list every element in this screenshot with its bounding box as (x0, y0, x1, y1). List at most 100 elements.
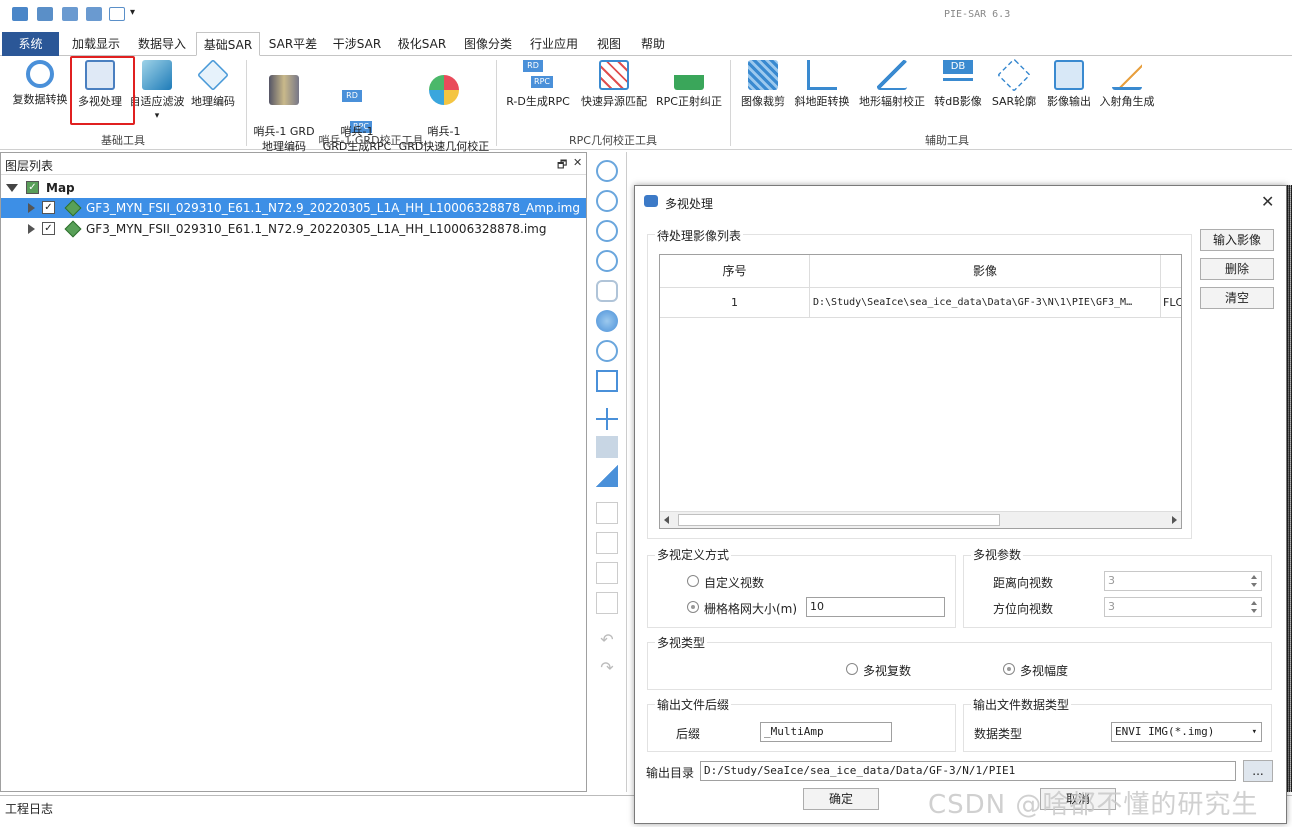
match-icon (599, 60, 629, 90)
tab-industry[interactable]: 行业应用 (524, 32, 584, 56)
scrollbar-thumb[interactable] (678, 514, 1000, 526)
open-icon[interactable] (37, 7, 53, 21)
layer-row[interactable]: ✓ GF3_MYN_FSII_029310_E61.1_N72.9_202203… (1, 219, 586, 239)
datatype-select[interactable]: ENVI IMG(*.img) ▾ (1111, 722, 1262, 742)
table-cell-path[interactable]: D:\Study\SeaIce\sea_ice_data\Data\GF-3\N… (810, 288, 1161, 318)
zoom-out-rect-icon[interactable] (596, 190, 618, 212)
undo-icon[interactable]: ↶ (596, 630, 618, 652)
tab-load-display[interactable]: 加载显示 (66, 32, 126, 56)
save-icon[interactable] (62, 7, 78, 21)
tab-sar-adjust[interactable]: SAR平差 (264, 32, 322, 56)
geocode-icon (197, 59, 229, 91)
map-checkbox[interactable]: ✓ (26, 181, 39, 194)
adaptive-filter-button[interactable]: 自适应滤波 ▾ (128, 60, 186, 124)
actual-size-icon[interactable] (596, 340, 618, 362)
browse-button[interactable]: ... (1243, 760, 1273, 782)
scroll-left-icon[interactable] (664, 516, 669, 524)
grid-size-input[interactable]: 10 (806, 597, 945, 617)
title-bar: ▾ PIE-SAR 6.3 (0, 0, 1292, 30)
ruler-icon[interactable] (596, 465, 618, 487)
save-as-icon[interactable] (86, 7, 102, 21)
tab-polsar[interactable]: 极化SAR (393, 32, 451, 56)
identify-icon[interactable] (596, 436, 618, 458)
tab-view[interactable]: 视图 (590, 32, 628, 56)
custom-looks-label: 自定义视数 (704, 576, 765, 590)
chevron-down-icon[interactable]: ▾ (1252, 723, 1257, 741)
terrain-radiometric-button[interactable]: 地形辐射校正 (856, 60, 928, 109)
expand-icon[interactable] (28, 203, 35, 213)
expand-icon[interactable] (28, 224, 35, 234)
copy-icon[interactable] (596, 502, 618, 524)
zoom-out-icon[interactable] (596, 250, 618, 272)
table-cell-extra[interactable]: FLC (1161, 288, 1181, 318)
increment-icon[interactable] (1251, 601, 1257, 605)
crosshair-icon[interactable] (596, 408, 618, 430)
tab-classification[interactable]: 图像分类 (458, 32, 518, 56)
scroll-right-icon[interactable] (1172, 516, 1177, 524)
output-dir-input[interactable]: D:/Study/SeaIce/sea_ice_data/Data/GF-3/N… (700, 761, 1236, 781)
multilook-amplitude-radio[interactable] (1003, 663, 1015, 675)
pin-icon[interactable]: 🗗 (557, 156, 567, 175)
suffix-legend: 输出文件后缀 (655, 696, 732, 713)
layer-checkbox[interactable]: ✓ (42, 222, 55, 235)
measure-icon[interactable] (596, 370, 618, 392)
zoom-in-rect-icon[interactable] (596, 160, 618, 182)
increment-icon[interactable] (1251, 575, 1257, 579)
zoom-in-icon[interactable] (596, 220, 618, 242)
rpc-ortho-button[interactable]: RPC正射纠正 (654, 60, 724, 109)
new-project-icon[interactable] (12, 7, 28, 21)
slant-range-icon (807, 60, 837, 90)
suffix-input[interactable]: _MultiAmp (760, 722, 892, 742)
watermark: CSDN @啥都不懂的研究生 (928, 790, 1259, 820)
custom-looks-radio[interactable] (687, 575, 699, 587)
tab-insar[interactable]: 干涉SAR (328, 32, 386, 56)
azimuth-looks-stepper[interactable]: 3 (1104, 597, 1262, 617)
table-cell-index[interactable]: 1 (660, 288, 810, 318)
clear-button[interactable]: 清空 (1200, 287, 1274, 309)
image-clip-button[interactable]: 图像裁剪 (736, 60, 790, 109)
quick-access-dropdown-icon[interactable]: ▾ (130, 7, 135, 18)
close-icon[interactable]: ✕ (1261, 192, 1274, 211)
ok-button[interactable]: 确定 (803, 788, 879, 810)
incidence-angle-button[interactable]: 入射角生成 (1098, 60, 1156, 109)
to-db-button[interactable]: DB 转dB影像 (930, 60, 986, 109)
db-icon: DB (943, 60, 973, 90)
look-def-group (647, 555, 956, 628)
complex-convert-button[interactable]: 复数据转换 (10, 60, 70, 107)
multilook-complex-radio[interactable] (846, 663, 858, 675)
image-output-button[interactable]: 影像输出 (1042, 60, 1096, 109)
cut-icon[interactable] (596, 532, 618, 554)
delete-button[interactable]: 删除 (1200, 258, 1274, 280)
rd-rpc-button[interactable]: RD RPC R-D生成RPC (502, 60, 574, 109)
geocode-button[interactable]: 地理编码 (188, 59, 238, 109)
redo-icon[interactable]: ↷ (596, 658, 618, 680)
collapse-icon[interactable] (6, 184, 18, 192)
export-icon[interactable] (109, 7, 125, 21)
filter-icon (142, 60, 172, 90)
horizontal-scrollbar[interactable] (660, 511, 1181, 528)
look-type-group (647, 642, 1272, 690)
dropdown-arrow-icon[interactable]: ▾ (128, 109, 186, 124)
decrement-icon[interactable] (1251, 609, 1257, 613)
close-icon[interactable]: ✕ (573, 156, 582, 169)
layer-checkbox[interactable]: ✓ (42, 201, 55, 214)
sar-outline-button[interactable]: SAR轮廓 (988, 58, 1040, 109)
pan-hand-icon[interactable] (596, 280, 618, 302)
multilook-complex-label: 多视复数 (863, 664, 912, 678)
decrement-icon[interactable] (1251, 583, 1257, 587)
layer-row[interactable]: ✓ GF3_MYN_FSII_029310_E61.1_N72.9_202203… (1, 198, 586, 218)
incidence-icon (1112, 60, 1142, 90)
tab-data-import[interactable]: 数据导入 (132, 32, 192, 56)
tab-help[interactable]: 帮助 (634, 32, 672, 56)
slant-ground-button[interactable]: 斜地距转换 (792, 60, 852, 109)
full-extent-globe-icon[interactable] (596, 310, 618, 332)
tab-system[interactable]: 系统 (2, 32, 59, 56)
tree-root[interactable]: ✓ Map (1, 178, 586, 198)
fast-match-button[interactable]: 快速异源匹配 (578, 60, 650, 109)
range-looks-stepper[interactable]: 3 (1104, 571, 1262, 591)
input-image-button[interactable]: 输入影像 (1200, 229, 1274, 251)
paste-icon[interactable] (596, 562, 618, 584)
grid-size-radio[interactable] (687, 601, 699, 613)
delete-icon[interactable] (596, 592, 618, 614)
tab-basic-sar[interactable]: 基础SAR (196, 32, 260, 56)
